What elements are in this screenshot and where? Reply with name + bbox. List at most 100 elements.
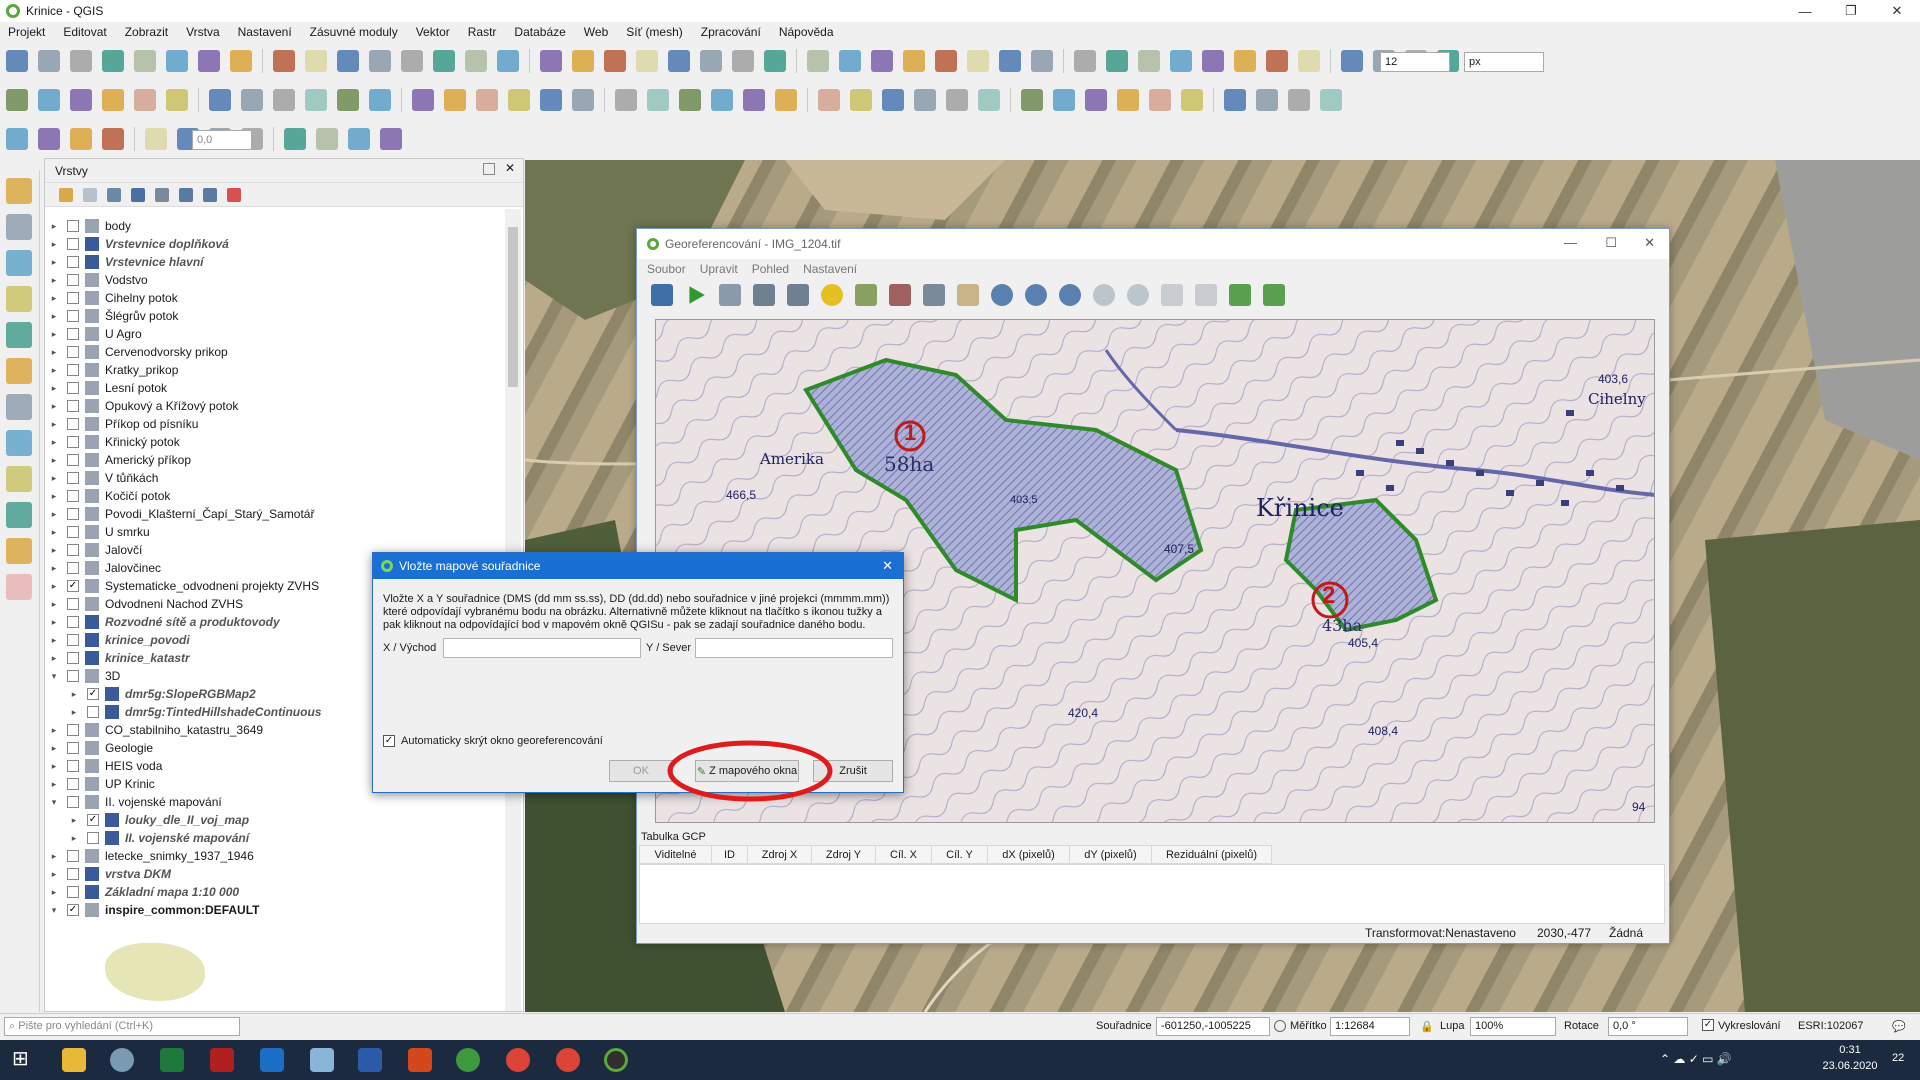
toolbar-button-icon[interactable]	[946, 89, 968, 111]
toolbar-button-icon[interactable]	[764, 50, 786, 72]
toolbar-button-icon[interactable]	[1021, 89, 1043, 111]
dialog-close-button[interactable]: ✕	[882, 558, 893, 574]
toolbar-button-icon[interactable]	[348, 128, 370, 150]
collapse-arrow-icon[interactable]: ▾	[49, 797, 59, 808]
gcp-column-header[interactable]: Cíl. X	[875, 845, 932, 864]
add-layer-tool-icon[interactable]	[6, 286, 32, 312]
layer-visibility-checkbox[interactable]	[67, 310, 79, 322]
expand-arrow-icon[interactable]: ▸	[49, 473, 59, 484]
layer-row[interactable]: ▸ Cervenodvorsky prikop	[49, 343, 228, 361]
toolbar-button-icon[interactable]	[305, 89, 327, 111]
locator-search-input[interactable]: ⌕ Pište pro vyhledání (Ctrl+K)	[4, 1017, 240, 1036]
minimize-button[interactable]: —	[1782, 0, 1828, 22]
qgis-taskbar-icon[interactable]	[604, 1048, 628, 1072]
messages-icon[interactable]: 💬	[1892, 1020, 1906, 1033]
menu-item[interactable]: Vrstva	[186, 25, 220, 39]
georef-menu-item[interactable]: Nastavení	[803, 262, 857, 276]
menu-item[interactable]: Editovat	[63, 25, 106, 39]
tray-icons[interactable]: ⌃ ☁ ✓ ▭ 🔊	[1660, 1052, 1732, 1066]
layer-row[interactable]: ▸ krinice_povodi	[49, 631, 190, 649]
transformation-settings-icon[interactable]	[821, 284, 843, 306]
toolbar-button-icon[interactable]	[241, 89, 263, 111]
label-offset-spinbox[interactable]: 0,0	[192, 130, 252, 150]
notepad-icon[interactable]	[310, 1048, 334, 1072]
expand-arrow-icon[interactable]: ▸	[69, 707, 79, 718]
toolbar-button-icon[interactable]	[38, 50, 60, 72]
layer-visibility-checkbox[interactable]	[67, 652, 79, 664]
layer-visibility-checkbox[interactable]	[67, 328, 79, 340]
toolbar-button-icon[interactable]	[1234, 50, 1256, 72]
toolbar-button-icon[interactable]	[273, 89, 295, 111]
toolbar-button-icon[interactable]	[1117, 89, 1139, 111]
menu-item[interactable]: Zpracování	[701, 25, 761, 39]
close-panel-icon[interactable]: ✕	[505, 161, 515, 175]
toolbar-button-icon[interactable]	[1138, 50, 1160, 72]
layer-row[interactable]: ▸ U smrku	[49, 523, 150, 541]
add-layer-tool-icon[interactable]	[6, 538, 32, 564]
local-histogram-icon[interactable]	[1263, 284, 1285, 306]
render-checkbox[interactable]: ✓	[1702, 1019, 1714, 1031]
toolbar-button-icon[interactable]	[198, 50, 220, 72]
toolbar-button-icon[interactable]	[1298, 50, 1320, 72]
move-gcp-icon[interactable]	[923, 284, 945, 306]
menu-item[interactable]: Vektor	[416, 25, 450, 39]
app-icon[interactable]	[456, 1048, 480, 1072]
toolbar-button-icon[interactable]	[1202, 50, 1224, 72]
toolbar-button-icon[interactable]	[70, 50, 92, 72]
windows-start-icon[interactable]: ⊞	[12, 1046, 36, 1070]
toolbar-button-icon[interactable]	[572, 50, 594, 72]
add-layer-tool-icon[interactable]	[6, 574, 32, 600]
layer-visibility-checkbox[interactable]	[67, 796, 79, 808]
toolbar-button-icon[interactable]	[1341, 50, 1363, 72]
toolbar-button-icon[interactable]	[1074, 50, 1096, 72]
font-unit-select[interactable]: px	[1464, 52, 1544, 72]
app-icon[interactable]	[210, 1048, 234, 1072]
gcp-column-header[interactable]: Reziduální (pixelů)	[1151, 845, 1272, 864]
toolbar-button-icon[interactable]	[145, 128, 167, 150]
zoom-to-layer-icon[interactable]	[1059, 284, 1081, 306]
layer-row[interactable]: ▸ letecke_snimky_1937_1946	[49, 847, 254, 865]
georef-menu-item[interactable]: Pohled	[752, 262, 789, 276]
layer-row[interactable]: ▸ Povodi_Klašterní_Čapí_Starý_Samotář	[49, 505, 314, 523]
layer-visibility-checkbox[interactable]	[67, 670, 79, 682]
toolbar-button-icon[interactable]	[102, 50, 124, 72]
layer-row[interactable]: ▸ U Agro	[49, 325, 142, 343]
layer-row[interactable]: ▸ Šlégrův potok	[49, 307, 178, 325]
add-point-icon[interactable]	[855, 284, 877, 306]
layer-visibility-checkbox[interactable]	[67, 868, 79, 880]
expand-arrow-icon[interactable]: ▸	[49, 311, 59, 322]
expand-arrow-icon[interactable]: ▸	[49, 239, 59, 250]
toolbar-button-icon[interactable]	[732, 50, 754, 72]
add-layer-tool-icon[interactable]	[6, 430, 32, 456]
toolbar-button-icon[interactable]	[839, 50, 861, 72]
toolbar-button-icon[interactable]	[401, 50, 423, 72]
expand-arrow-icon[interactable]: ▸	[49, 347, 59, 358]
layer-visibility-checkbox[interactable]	[67, 634, 79, 646]
delete-point-icon[interactable]	[889, 284, 911, 306]
close-button[interactable]: ✕	[1874, 0, 1920, 22]
toolbar-button-icon[interactable]	[604, 50, 626, 72]
expand-all-icon[interactable]	[179, 187, 193, 202]
toolbar-button-icon[interactable]	[273, 50, 295, 72]
layer-row[interactable]: ▸ Opukový a Křížový potok	[49, 397, 238, 415]
expand-arrow-icon[interactable]: ▸	[69, 833, 79, 844]
toolbar-button-icon[interactable]	[679, 89, 701, 111]
expand-arrow-icon[interactable]: ▸	[49, 725, 59, 736]
toolbar-button-icon[interactable]	[497, 50, 519, 72]
toolbar-button-icon[interactable]	[1106, 50, 1128, 72]
toolbar-button-icon[interactable]	[1256, 89, 1278, 111]
layer-visibility-checkbox[interactable]: ✓	[67, 580, 79, 592]
link-georef-icon[interactable]	[1161, 284, 1183, 306]
toolbar-button-icon[interactable]	[380, 128, 402, 150]
expand-arrow-icon[interactable]: ▸	[49, 851, 59, 862]
gcp-table-body[interactable]	[639, 864, 1665, 924]
layer-visibility-checkbox[interactable]	[87, 706, 99, 718]
add-layer-tool-icon[interactable]	[6, 322, 32, 348]
link-qgis-icon[interactable]	[1195, 284, 1217, 306]
layer-visibility-checkbox[interactable]	[67, 562, 79, 574]
toolbar-button-icon[interactable]	[1170, 50, 1192, 72]
layer-row[interactable]: ▸ Cihelny potok	[49, 289, 178, 307]
notification-count[interactable]: 22	[1892, 1052, 1904, 1064]
expand-arrow-icon[interactable]: ▸	[49, 275, 59, 286]
toolbar-button-icon[interactable]	[850, 89, 872, 111]
